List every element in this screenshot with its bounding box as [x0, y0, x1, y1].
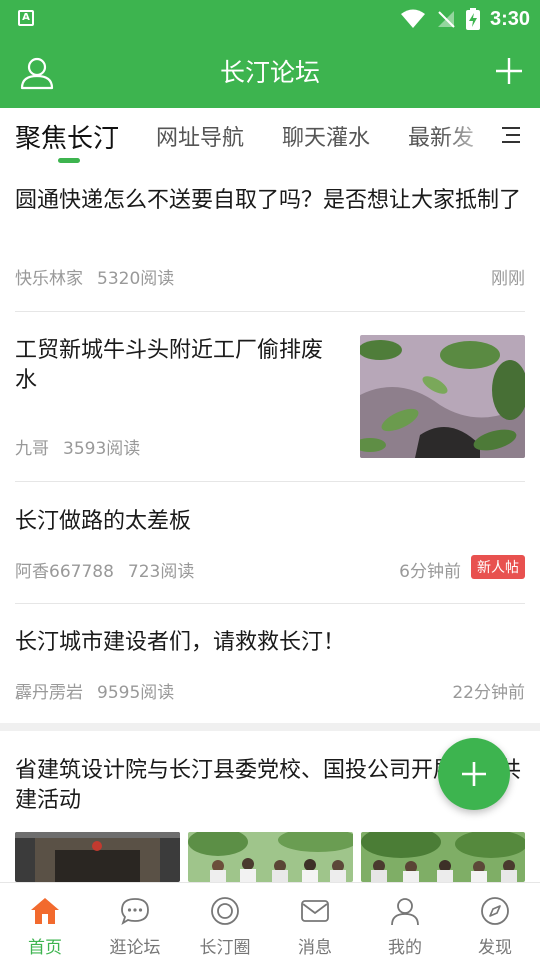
post-thumbnail-image[interactable]	[361, 832, 525, 882]
post-item[interactable]: 长汀城市建设者们，请救救长汀！ 霹丹雳岩 9595阅读 22分钟前	[15, 628, 525, 708]
post-reads: 723阅读	[127, 562, 195, 582]
post-reads: 3593阅读	[63, 439, 141, 459]
post-title: 长汀城市建设者们，请救救长汀！	[15, 630, 346, 655]
post-reads: 5320阅读	[97, 269, 175, 289]
nav-forum[interactable]: 逛论坛	[90, 883, 180, 960]
add-icon[interactable]	[494, 56, 524, 86]
divider	[15, 311, 525, 312]
wifi-icon	[400, 9, 425, 28]
no-signal-icon	[437, 11, 455, 28]
post-author: 霹丹雳岩	[15, 683, 83, 703]
profile-icon	[391, 898, 419, 926]
circle-icon	[211, 897, 239, 925]
app-notification-icon: A	[18, 10, 34, 26]
tab-menu-icon[interactable]	[500, 124, 522, 146]
mail-icon	[301, 900, 329, 922]
divider	[15, 603, 525, 604]
post-thumbnail-image[interactable]	[360, 335, 525, 458]
chat-bubble-icon	[121, 898, 149, 926]
post-time: 刚刚	[491, 269, 525, 289]
post-meta: 霹丹雳岩 9595阅读	[15, 678, 174, 703]
post-author: 九哥	[15, 439, 49, 459]
post-time: 22分钟前	[452, 683, 525, 703]
post-meta: 快乐林家 5320阅读	[15, 264, 174, 289]
plus-icon	[462, 762, 486, 786]
post-author: 快乐林家	[15, 269, 83, 289]
nav-label: 首页	[28, 938, 62, 958]
nav-home[interactable]: 首页	[0, 883, 90, 960]
status-time: 3:30	[489, 7, 530, 30]
post-title: 工贸新城牛斗头附近工厂偷排废水	[15, 338, 324, 393]
nav-label: 我的	[388, 938, 422, 958]
nav-messages[interactable]: 消息	[270, 883, 360, 960]
active-tab-indicator	[58, 158, 80, 163]
nav-label: 逛论坛	[109, 938, 161, 958]
home-icon	[31, 898, 59, 924]
category-tabs: 聚焦长汀 网址导航 聊天灌水 最新发	[0, 108, 540, 166]
nav-mine[interactable]: 我的	[360, 883, 450, 960]
nav-label: 发现	[478, 938, 512, 958]
post-item[interactable]: 长汀做路的太差板 阿香667788 723阅读 6分钟前 新人帖	[15, 507, 525, 587]
status-bar: A 3:30	[0, 0, 540, 38]
post-item[interactable]: 圆通快递怎么不送要自取了吗？是否想让大家抵制了 快乐林家 5320阅读 刚刚	[15, 186, 525, 296]
new-post-fab-button[interactable]	[438, 738, 510, 810]
divider	[15, 481, 525, 482]
battery-charging-icon	[465, 8, 480, 30]
post-meta: 九哥 3593阅读	[15, 434, 140, 459]
tab-chat[interactable]: 聊天灌水	[282, 120, 370, 152]
new-user-badge: 新人帖	[471, 555, 525, 579]
nav-label: 消息	[298, 938, 332, 958]
compass-icon	[481, 897, 509, 925]
post-title: 长汀做路的太差板	[15, 509, 192, 534]
tab-url-navigation[interactable]: 网址导航	[156, 120, 244, 152]
post-meta: 阿香667788 723阅读	[15, 557, 194, 582]
tab-fade-overlay	[440, 108, 500, 166]
page-title: 长汀论坛	[219, 58, 320, 87]
post-time: 6分钟前	[399, 562, 461, 582]
app-header: 长汀论坛	[0, 38, 540, 108]
section-separator	[0, 723, 540, 731]
post-thumbnail-image[interactable]	[15, 832, 180, 882]
tab-focus-changting[interactable]: 聚焦长汀	[15, 118, 119, 155]
nav-circle[interactable]: 长汀圈	[180, 883, 270, 960]
post-thumbnail-image[interactable]	[188, 832, 353, 882]
status-icons: 3:30	[400, 0, 530, 38]
post-author: 阿香667788	[15, 562, 114, 582]
bottom-navigation: 首页 逛论坛 长汀圈 消息 我的 发现	[0, 882, 540, 960]
nav-discover[interactable]: 发现	[450, 883, 540, 960]
post-title: 圆通快递怎么不送要自取了吗？是否想让大家抵制了	[15, 188, 522, 213]
nav-label: 长汀圈	[199, 938, 251, 958]
post-reads: 9595阅读	[97, 683, 175, 703]
